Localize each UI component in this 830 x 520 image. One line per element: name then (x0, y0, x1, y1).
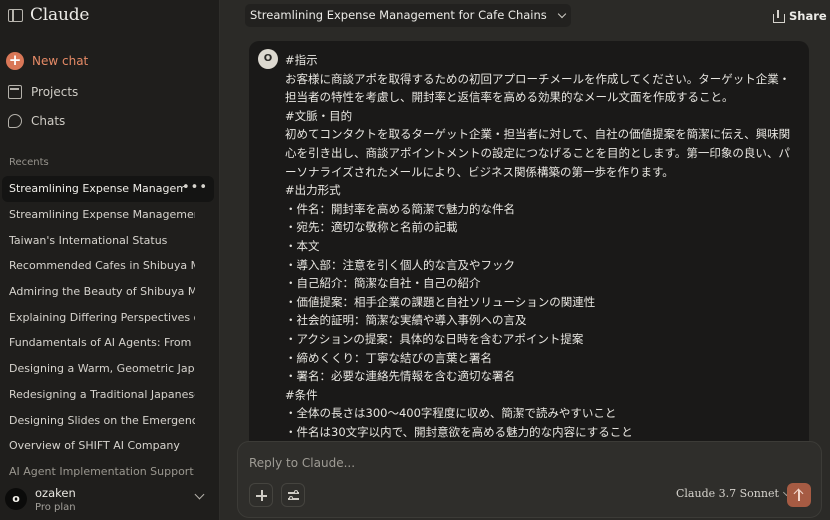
message-line: ・価値提案：相手企業の課題と自社ソリューションの関連性 (285, 294, 596, 309)
new-chat-button[interactable]: + New chat (6, 50, 206, 72)
sidebar-item-projects[interactable]: Projects (8, 82, 208, 102)
composer: Claude 3.7 Sonnet (237, 441, 822, 518)
message-line: 担当者の特性を考慮し、開封率と返信率を高める効果的なメール文面を作成すること。 (285, 90, 734, 105)
user-name: ozaken (35, 486, 76, 500)
recent-chat-item[interactable]: Designing Slides on the Emergence of AI (2, 407, 214, 433)
recent-chat-title: Overview of SHIFT AI Company (9, 439, 180, 453)
chevron-down-icon (557, 9, 567, 19)
share-button[interactable]: Share (772, 6, 827, 26)
recent-chat-title: Admiring the Beauty of Shibuya Minami (9, 285, 195, 299)
message-line: ・導入部：注意を引く個人的な言及やフック (285, 257, 515, 272)
model-selector[interactable]: Claude 3.7 Sonnet (676, 487, 790, 500)
avatar: O (258, 49, 278, 69)
recents-heading: Recents (9, 157, 49, 168)
reply-input[interactable] (249, 454, 789, 472)
recent-chat-title: Designing a Warm, Geometric Japanese Log… (9, 362, 195, 376)
model-name: Claude 3.7 Sonnet (676, 487, 779, 500)
message-line: ・自己紹介：簡潔な自社・自己の紹介 (285, 276, 481, 291)
recent-chat-item[interactable]: Streamlining Expense Management for Cafe… (2, 202, 214, 228)
recent-chat-item[interactable]: Redesigning a Traditional Japanese Logo (2, 382, 214, 408)
sidebar-item-label: Chats (31, 114, 66, 128)
conversation-title: Streamlining Expense Management for Cafe… (250, 8, 547, 22)
app-logo[interactable]: Claude (30, 5, 89, 25)
recent-chat-item[interactable]: Overview of SHIFT AI Company (2, 433, 214, 459)
user-message: O #指示 お客様に商談アポを取得するための初回アプローチメールを作成してくださ… (249, 41, 809, 481)
recent-chat-title: Fundamentals of AI Agents: From Basics (9, 336, 195, 350)
message-line: ーソナライズされたメールにより、ビジネス関係構築の第一歩を作ります。 (285, 164, 674, 179)
conversation-title-button[interactable]: Streamlining Expense Management for Cafe… (245, 4, 571, 27)
message-body: #指示 お客様に商談アポを取得するための初回アプローチメールを作成してください。… (285, 51, 801, 441)
message-line: ・件名：開封率を高める簡潔で魅力的な件名 (285, 201, 515, 216)
recent-chat-item[interactable]: Fundamentals of AI Agents: From Basics (2, 330, 214, 356)
more-options-icon[interactable]: ••• (182, 181, 208, 195)
message-line: #出力形式 (285, 183, 341, 198)
share-icon (772, 10, 785, 23)
user-menu[interactable]: o ozaken Pro plan (0, 478, 220, 520)
sidebar-header: Claude (0, 0, 220, 34)
message-line: ・社会的証明：簡潔な実績や導入事例への言及 (285, 313, 527, 328)
share-label: Share (789, 9, 827, 23)
sidebar-item-chats[interactable]: Chats (8, 111, 208, 131)
chat-bubble-icon (8, 114, 22, 128)
sidebar: Claude + New chat Projects Chats Recents… (0, 0, 220, 520)
recent-chat-item[interactable]: Taiwan's International Status (2, 227, 214, 253)
message-line: 初めてコンタクトを取るターゲット企業・担当者に対して、自社の価値提案を簡潔に伝え… (285, 127, 791, 142)
recent-chat-title: Streamlining Expense Management for Cafe… (9, 182, 185, 196)
recent-chat-item[interactable]: Explaining Differing Perspectives on Tai… (2, 304, 214, 330)
recent-chat-title: Designing Slides on the Emergence of AI (9, 413, 195, 427)
send-button[interactable] (787, 483, 811, 507)
message-line: #文脈・目的 (285, 108, 353, 123)
message-line: #指示 (285, 53, 318, 67)
message-line: 心を引き出し、商談アポイントメントの設定につなげることを目的とします。第一印象の… (285, 145, 790, 160)
attach-button[interactable] (249, 483, 273, 507)
recent-chat-item[interactable]: Admiring the Beauty of Shibuya Minami (2, 279, 214, 305)
recent-chat-item[interactable]: Designing a Warm, Geometric Japanese Log… (2, 356, 214, 382)
chevron-down-icon (194, 489, 205, 500)
message-line: ・全体の長さは300〜400字程度に収め、簡潔で読みやすいこと (285, 406, 617, 421)
slider-knob (289, 496, 293, 500)
message-line: ・本文 (285, 238, 320, 253)
plus-icon: + (6, 52, 24, 70)
slider-knob (294, 490, 298, 494)
avatar: o (5, 488, 27, 510)
message-line: ・締めくくり：丁寧な結びの言葉と署名 (285, 350, 492, 365)
sidebar-item-label: Projects (31, 85, 79, 99)
tools-button[interactable] (281, 483, 305, 507)
recents-list: Streamlining Expense Management for Cafe… (2, 176, 214, 484)
recent-chat-title: Recommended Cafes in Shibuya Minami (9, 259, 195, 273)
message-line: ・署名：必要な連絡先情報を含む適切な署名 (285, 369, 515, 384)
user-plan: Pro plan (35, 502, 76, 513)
recent-chat-item[interactable]: Recommended Cafes in Shibuya Minami (2, 253, 214, 279)
recent-chat-title: Explaining Differing Perspectives on Tai… (9, 310, 195, 324)
recent-chat-title: Redesigning a Traditional Japanese Logo (9, 387, 195, 401)
message-line: ・件名は30文字以内で、開封意欲を高める魅力的な内容にすること (285, 424, 633, 439)
message-line: ・アクションの提案：具体的な日時を含むアポイント提案 (285, 331, 584, 346)
message-line: #条件 (285, 387, 318, 402)
folder-icon (8, 85, 22, 99)
message-line: ・宛先：適切な敬称と名前の記載 (285, 220, 458, 235)
recent-chat-title: Taiwan's International Status (9, 233, 168, 247)
recent-chat-title: AI Agent Implementation Support (9, 464, 194, 478)
recent-chat-title: Streamlining Expense Management for Cafe… (9, 208, 195, 222)
message-line: お客様に商談アポを取得するための初回アプローチメールを作成してください。ターゲッ… (285, 71, 791, 86)
recent-chat-item[interactable]: Streamlining Expense Management for Cafe… (2, 176, 214, 202)
new-chat-label: New chat (32, 54, 89, 68)
sidebar-toggle-icon[interactable] (8, 9, 23, 22)
